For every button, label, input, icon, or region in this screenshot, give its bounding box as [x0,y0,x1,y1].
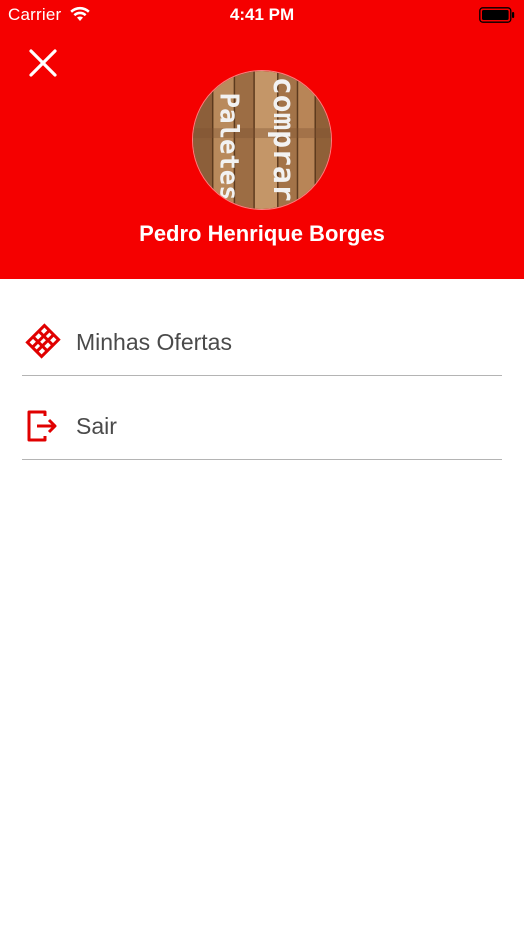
battery-icon [479,7,515,23]
avatar-text-comprar: comprar [267,77,301,202]
profile-header: Carrier 4:41 PM comprar Paletes Pedro He… [0,0,524,279]
logout-icon [27,410,57,442]
close-icon [29,49,57,77]
clock-label: 4:41 PM [229,5,295,24]
avatar-text-paletes: Paletes [214,93,244,201]
drawer-screen: Carrier 4:41 PM comprar Paletes Pedro He… [0,0,524,932]
close-button[interactable] [22,42,64,84]
status-bar: Carrier 4:41 PM [0,0,524,30]
menu-item-minhas-ofertas[interactable]: Minhas Ofertas [22,293,502,376]
pallet-icon [25,323,61,359]
menu-item-sair[interactable]: Sair [22,377,502,460]
menu-item-label: Sair [76,413,117,439]
menu-item-label: Minhas Ofertas [76,329,232,355]
user-name: Pedro Henrique Borges [139,221,385,246]
avatar[interactable]: comprar Paletes [192,70,332,210]
